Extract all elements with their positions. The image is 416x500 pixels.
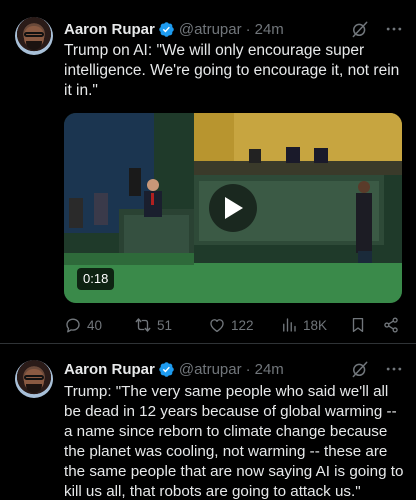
separator-dot: ·	[245, 20, 251, 38]
share-button[interactable]	[382, 314, 400, 336]
tweet-header-actions	[350, 19, 404, 39]
video-player[interactable]	[64, 113, 402, 303]
avatar-beard	[26, 384, 42, 393]
views-icon	[283, 318, 296, 332]
views-button[interactable]: 18K	[280, 314, 327, 336]
bookmark-icon	[352, 317, 364, 333]
author-handle[interactable]: @atrupar	[179, 21, 242, 38]
verified-badge-icon	[159, 361, 174, 377]
video-duration: 0:18	[77, 268, 115, 290]
tweet-header-actions	[350, 359, 404, 379]
repost-button[interactable]: 51	[134, 314, 172, 336]
avatar[interactable]	[15, 360, 53, 398]
author-name[interactable]: Aaron Rupar	[64, 21, 155, 38]
verified-badge-icon	[159, 21, 174, 37]
tweet-text: Trump: "The very same people who said we…	[64, 383, 404, 500]
timestamp[interactable]: 24m	[255, 21, 284, 38]
tweet-actions: 40 51 122 18K	[64, 314, 404, 336]
tweet-header: Aaron Rupar @atrupar · 24m	[64, 19, 284, 39]
tweet[interactable]: Aaron Rupar @atrupar · 24m Trump: "The v…	[0, 344, 416, 500]
tweet[interactable]: Aaron Rupar @atrupar · 24m Trump on AI: …	[0, 0, 416, 344]
play-icon	[225, 197, 243, 219]
bookmark-button[interactable]	[349, 314, 367, 336]
repost-icon	[135, 318, 151, 332]
avatar-beard	[26, 41, 42, 50]
reply-count: 40	[87, 317, 103, 333]
more-icon[interactable]	[384, 359, 404, 379]
repost-count: 51	[157, 317, 173, 333]
reply-icon	[66, 318, 80, 333]
author-name[interactable]: Aaron Rupar	[64, 361, 155, 378]
grok-icon[interactable]	[350, 359, 370, 379]
like-button[interactable]: 122	[208, 314, 254, 336]
timestamp[interactable]: 24m	[255, 361, 284, 378]
separator-dot: ·	[245, 360, 251, 378]
like-count: 122	[231, 317, 254, 333]
more-icon[interactable]	[384, 19, 404, 39]
share-icon	[384, 317, 398, 333]
tweet-text: Trump on AI: "We will only encourage sup…	[64, 42, 400, 99]
avatar-glasses	[24, 375, 44, 380]
play-button[interactable]	[209, 184, 257, 232]
reply-button[interactable]: 40	[64, 314, 102, 336]
heart-icon	[210, 319, 224, 333]
grok-icon[interactable]	[350, 19, 370, 39]
views-count: 18K	[303, 317, 328, 333]
author-handle[interactable]: @atrupar	[179, 361, 242, 378]
avatar[interactable]	[15, 17, 53, 55]
tweet-header: Aaron Rupar @atrupar · 24m	[64, 359, 284, 379]
avatar-glasses	[24, 32, 44, 37]
